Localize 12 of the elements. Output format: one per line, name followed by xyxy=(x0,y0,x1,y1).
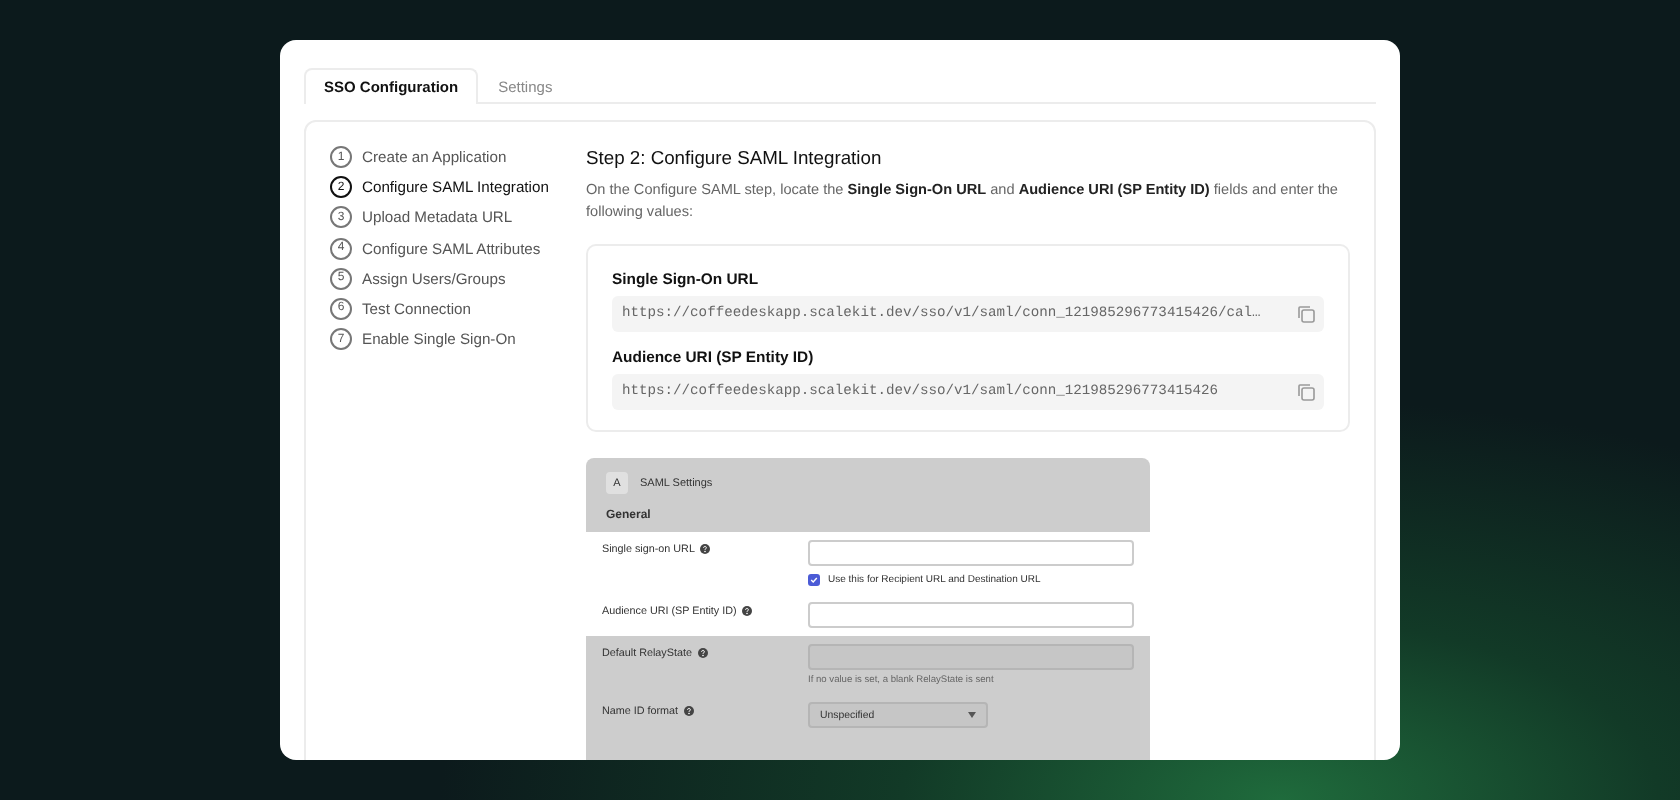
copy-icon[interactable] xyxy=(1296,304,1316,324)
help-icon xyxy=(697,648,708,659)
checkbox[interactable] xyxy=(808,574,820,586)
help-icon xyxy=(700,544,711,555)
input-field[interactable] xyxy=(808,602,1134,628)
caret-icon xyxy=(968,712,976,718)
help-icon xyxy=(742,606,753,617)
input-field[interactable] xyxy=(808,644,1134,670)
copy-icon[interactable] xyxy=(1296,382,1316,402)
input-field[interactable] xyxy=(808,540,1134,566)
help-icon xyxy=(684,706,695,717)
step-heading: Step 2: Configure SAML Integration xyxy=(586,146,884,168)
